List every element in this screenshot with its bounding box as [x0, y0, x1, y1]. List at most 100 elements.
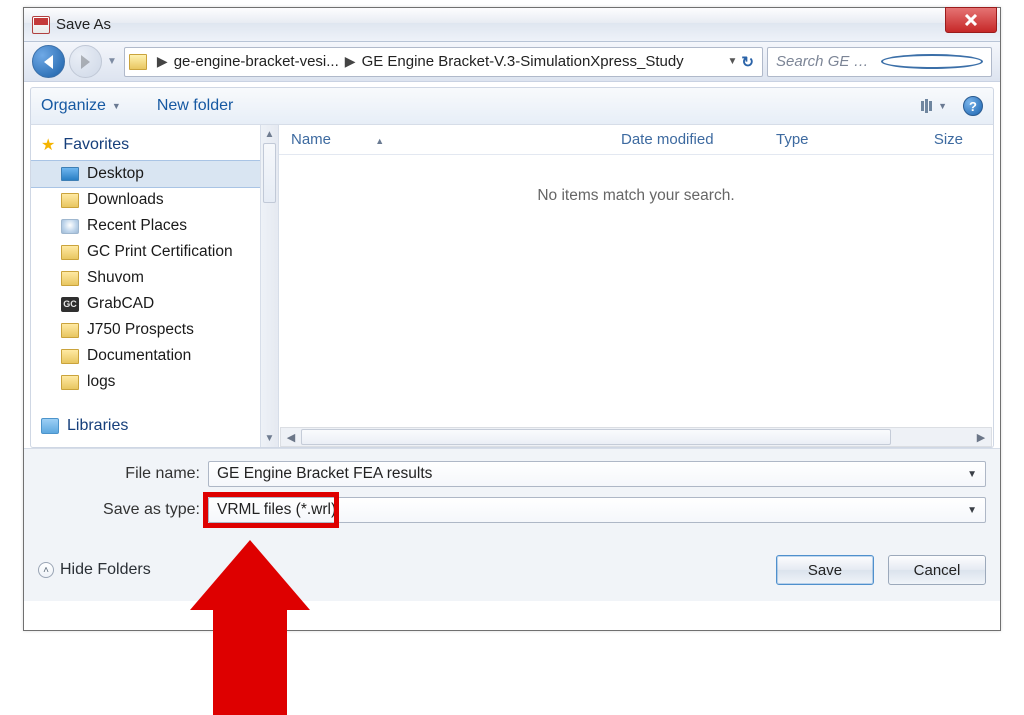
nav-forward-button[interactable]: [69, 45, 102, 78]
organize-button[interactable]: Organize ▼: [41, 97, 121, 115]
breadcrumb-seg-2[interactable]: GE Engine Bracket-V.3-SimulationXpress_S…: [362, 53, 684, 70]
annotation-arrow: [185, 540, 315, 710]
column-date[interactable]: Date modified: [609, 131, 764, 148]
saveastype-select[interactable]: VRML files (*.wrl) ▼: [208, 497, 986, 523]
tree-item-recent-places[interactable]: Recent Places: [31, 213, 278, 239]
sort-indicator-icon: ▲: [335, 136, 384, 146]
tree-item-label: logs: [87, 373, 115, 391]
cancel-button[interactable]: Cancel: [888, 555, 986, 585]
tree-item-shuvom[interactable]: Shuvom: [31, 265, 278, 291]
column-name[interactable]: Name ▲: [279, 131, 609, 148]
view-icon: [921, 99, 932, 113]
tree-item-label: Documentation: [87, 347, 191, 365]
address-breadcrumb[interactable]: ▶ ge-engine-bracket-vesi... ▶ GE Engine …: [124, 47, 763, 77]
tree-vscrollbar[interactable]: ▲ ▼: [260, 125, 278, 447]
scroll-right-icon[interactable]: ▶: [971, 431, 991, 444]
folder-icon: [61, 271, 79, 286]
nav-bar: ▼ ▶ ge-engine-bracket-vesi... ▶ GE Engin…: [24, 42, 1000, 82]
new-folder-button[interactable]: New folder: [157, 97, 233, 115]
tree-item-label: J750 Prospects: [87, 321, 194, 339]
tree-item-j750[interactable]: J750 Prospects: [31, 317, 278, 343]
arrow-up-icon: [190, 540, 310, 610]
search-placeholder: Search GE Engine Brack...: [776, 53, 875, 70]
saveastype-label: Save as type:: [38, 501, 208, 519]
chevron-right-icon: ▶: [339, 53, 362, 70]
chevron-right-icon: ▶: [151, 53, 174, 70]
empty-list-message: No items match your search.: [279, 155, 993, 205]
hide-folders-button[interactable]: ˄ Hide Folders: [38, 561, 151, 579]
cancel-label: Cancel: [914, 562, 961, 579]
tree-item-grabcad[interactable]: GC GrabCAD: [31, 291, 278, 317]
breadcrumb-seg-1[interactable]: ge-engine-bracket-vesi...: [174, 53, 339, 70]
nav-history-chevron[interactable]: ▼: [106, 56, 120, 67]
filename-input[interactable]: GE Engine Bracket FEA results ▼: [208, 461, 986, 487]
new-folder-label: New folder: [157, 97, 233, 114]
scroll-thumb[interactable]: [263, 143, 276, 203]
scroll-down-icon[interactable]: ▼: [261, 429, 278, 447]
folder-icon: [129, 54, 147, 70]
chevron-down-icon: ▼: [112, 101, 121, 111]
libraries-group[interactable]: Libraries: [31, 413, 278, 441]
hide-folders-label: Hide Folders: [60, 561, 151, 579]
chevron-down-icon[interactable]: ▼: [967, 469, 977, 480]
organize-label: Organize: [41, 97, 106, 115]
star-icon: ★: [41, 135, 55, 155]
tree-item-label: Shuvom: [87, 269, 144, 287]
scroll-thumb[interactable]: [301, 429, 891, 445]
arrow-left-icon: [44, 55, 53, 69]
filename-label: File name:: [38, 465, 208, 483]
save-as-dialog: Save As ▼ ▶ ge-engine-bracket-vesi... ▶ …: [23, 7, 1001, 631]
search-icon: [881, 54, 984, 69]
close-icon: [964, 14, 978, 26]
desktop-icon: [61, 167, 79, 181]
saveastype-value: VRML files (*.wrl): [217, 501, 336, 519]
chevron-down-icon[interactable]: ▼: [967, 505, 977, 516]
arrow-right-icon: [81, 55, 90, 69]
form-area: File name: GE Engine Bracket FEA results…: [24, 448, 1000, 601]
collapse-icon: ˄: [38, 562, 54, 578]
tree-item-logs[interactable]: logs: [31, 369, 278, 395]
window-controls: [945, 8, 1000, 41]
column-type[interactable]: Type: [764, 131, 914, 148]
body-split: ★ Favorites Desktop Downloads Recent Pla…: [30, 125, 994, 448]
libraries-title: Libraries: [67, 417, 128, 435]
folder-icon: [61, 193, 79, 208]
list-hscrollbar[interactable]: ◀ ▶: [280, 427, 992, 447]
folder-icon: [61, 349, 79, 364]
tree-item-documentation[interactable]: Documentation: [31, 343, 278, 369]
view-options-button[interactable]: ▼: [921, 99, 947, 113]
refresh-icon[interactable]: ↻: [741, 53, 754, 71]
window-title: Save As: [56, 16, 111, 33]
tree-item-label: Recent Places: [87, 217, 187, 235]
tree-item-label: Downloads: [87, 191, 164, 209]
help-button[interactable]: ?: [963, 96, 983, 116]
folder-icon: [61, 323, 79, 338]
nav-back-button[interactable]: [32, 45, 65, 78]
scroll-track[interactable]: [301, 428, 971, 446]
favorites-group[interactable]: ★ Favorites: [31, 131, 278, 161]
folder-icon: [61, 245, 79, 260]
file-list-pane: Name ▲ Date modified Type Size No items …: [279, 125, 993, 447]
title-bar: Save As: [24, 8, 1000, 42]
list-header: Name ▲ Date modified Type Size: [279, 125, 993, 155]
tree-item-label: GC Print Certification: [87, 243, 233, 261]
folder-icon: [61, 375, 79, 390]
scroll-up-icon[interactable]: ▲: [261, 125, 278, 143]
tree-item-desktop[interactable]: Desktop: [31, 161, 278, 187]
tree-item-label: GrabCAD: [87, 295, 154, 313]
search-input[interactable]: Search GE Engine Brack...: [767, 47, 992, 77]
close-button[interactable]: [945, 7, 997, 33]
libraries-icon: [41, 418, 59, 434]
recent-icon: [61, 219, 79, 234]
favorites-title: Favorites: [63, 136, 129, 154]
save-label: Save: [808, 562, 842, 579]
filename-value: GE Engine Bracket FEA results: [217, 465, 432, 483]
breadcrumb-dropdown[interactable]: ▼: [728, 56, 738, 67]
grabcad-icon: GC: [61, 297, 79, 312]
app-icon: [32, 16, 50, 34]
scroll-left-icon[interactable]: ◀: [281, 431, 301, 444]
tree-item-downloads[interactable]: Downloads: [31, 187, 278, 213]
column-size[interactable]: Size: [914, 131, 993, 148]
tree-item-gc-print[interactable]: GC Print Certification: [31, 239, 278, 265]
save-button[interactable]: Save: [776, 555, 874, 585]
